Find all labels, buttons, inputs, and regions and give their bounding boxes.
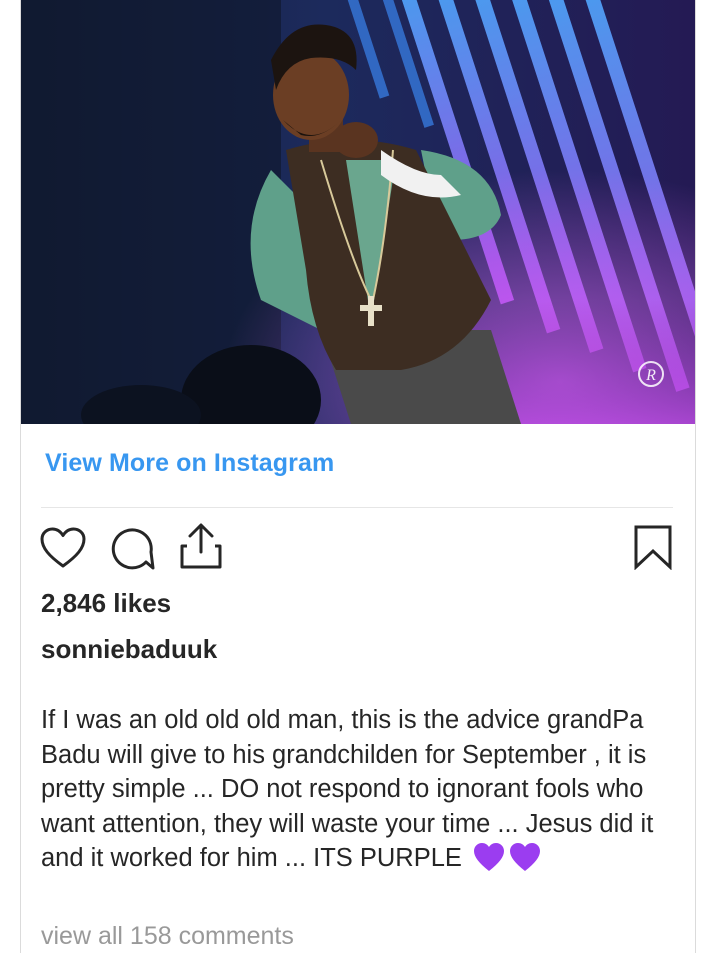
purple-heart-icon [509, 843, 540, 871]
instagram-post-card: R View More on Instagram 2,846 likes son… [20, 0, 696, 953]
caption: If I was an old old old man, this is the… [41, 703, 681, 876]
purple-heart-icon [473, 843, 504, 871]
heart-icon[interactable] [39, 526, 87, 570]
divider [41, 507, 673, 508]
caption-text: If I was an old old old man, this is the… [41, 706, 654, 872]
comment-icon[interactable] [110, 526, 156, 572]
post-photo[interactable]: R [21, 0, 695, 424]
view-more-on-instagram-link[interactable]: View More on Instagram [45, 449, 334, 478]
share-icon[interactable] [179, 522, 223, 570]
likes-count[interactable]: 2,846 likes [41, 588, 171, 619]
watermark-logo: R [645, 367, 656, 384]
username[interactable]: sonniebaduuk [41, 634, 217, 665]
view-all-comments-link[interactable]: view all 158 comments [41, 922, 294, 951]
bookmark-icon[interactable] [633, 524, 673, 570]
